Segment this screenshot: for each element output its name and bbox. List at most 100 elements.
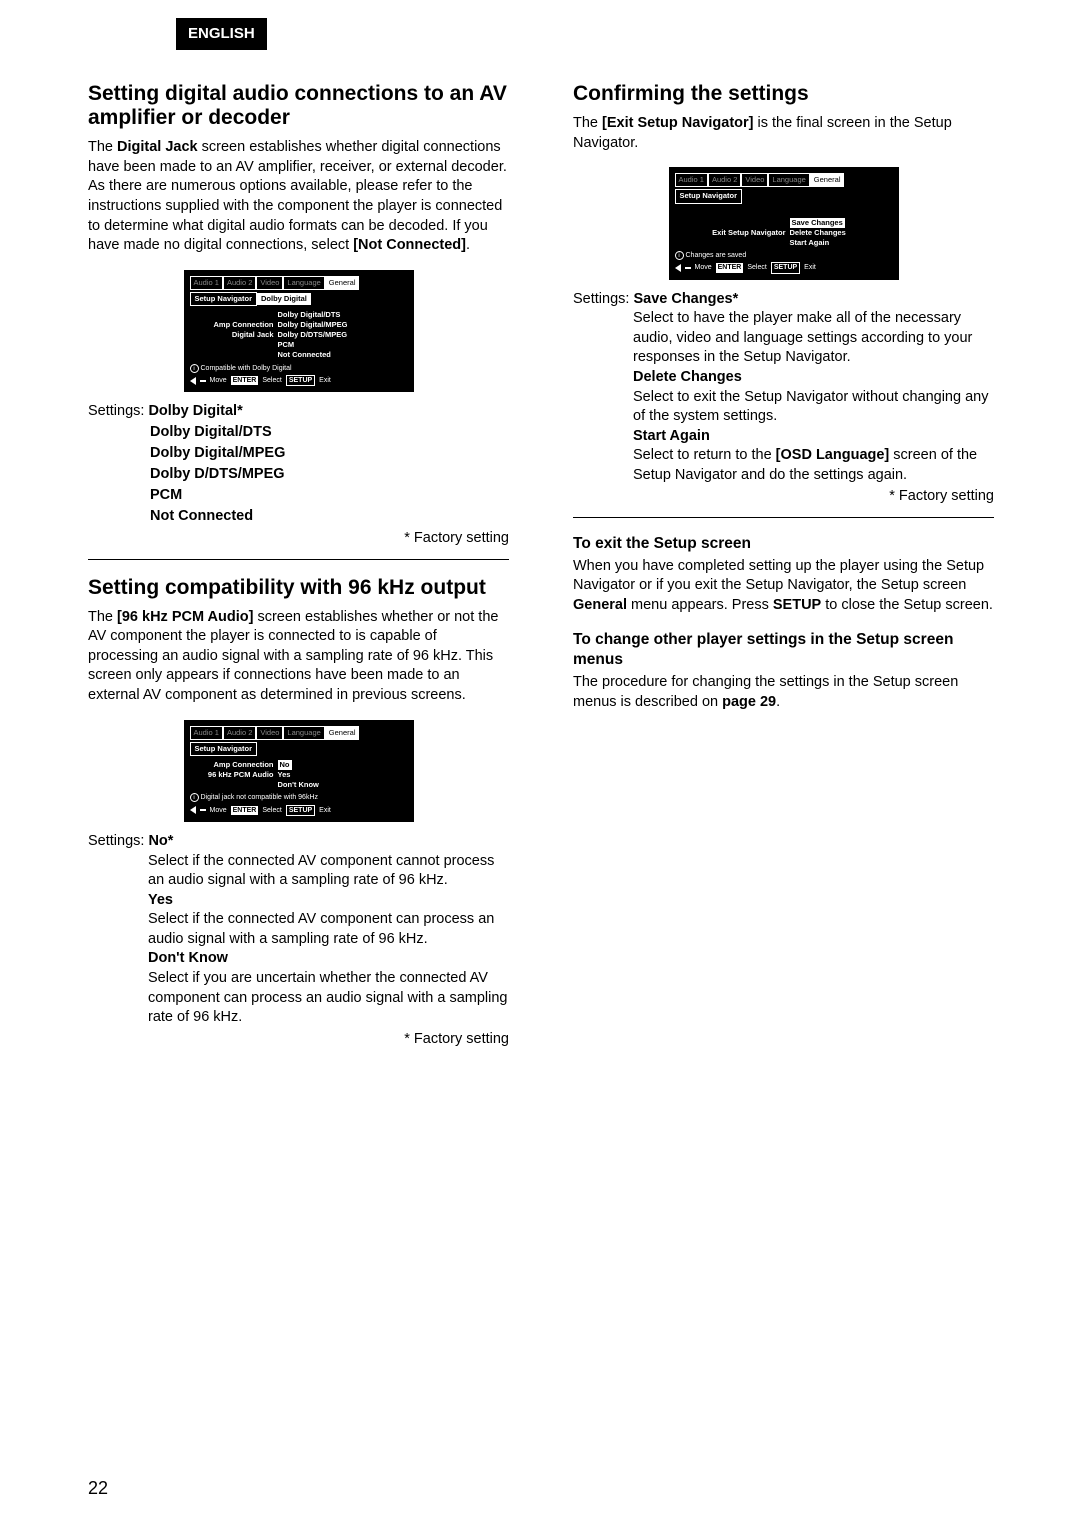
osd-label: [190, 310, 278, 320]
page-number: 22: [88, 1476, 108, 1500]
text: Move: [210, 806, 227, 815]
text: Move: [695, 263, 712, 272]
info-icon: i: [190, 793, 199, 802]
setting-option: Dolby Digital*: [148, 403, 242, 419]
bold-text: [OSD Language]: [776, 447, 890, 463]
enter-badge: ENTER: [231, 806, 259, 815]
osd-tab: Audio 1: [190, 276, 223, 290]
left-arrow-icon: [190, 377, 196, 385]
osd-selected: No: [278, 760, 292, 770]
osd-tabs: Audio 1 Audio 2 Video Language General: [190, 276, 408, 290]
section-title: Confirming the settings: [573, 82, 994, 106]
enter-badge: ENTER: [231, 376, 259, 385]
text: The: [573, 115, 602, 131]
text: .: [776, 694, 780, 710]
osd-tab: Video: [256, 276, 283, 290]
info-icon: i: [675, 251, 684, 260]
settings-label: Settings:: [88, 402, 144, 422]
osd-option: Save Changes: [790, 218, 893, 228]
osd-option: Delete Changes: [790, 228, 893, 238]
definition-term: Don't Know: [148, 949, 509, 969]
osd-selected: Save Changes: [790, 218, 845, 228]
osd-label: Amp Connection: [190, 320, 278, 330]
osd-tab: Language: [283, 276, 324, 290]
osd-tab: Audio 2: [223, 276, 256, 290]
right-column: Confirming the settings The [Exit Setup …: [573, 82, 994, 1049]
osd-label: Amp Connection: [190, 760, 278, 770]
settings-label: Settings:: [573, 290, 629, 310]
osd-option: Dolby Digital/DTS: [278, 310, 408, 320]
osd-option: No: [278, 760, 408, 770]
osd-label: [190, 780, 278, 790]
setting-option: Dolby Digital/MPEG: [150, 443, 509, 464]
left-arrow-icon: [190, 806, 196, 814]
down-arrow-icon: [200, 380, 206, 382]
osd-label: [190, 350, 278, 360]
left-column: Setting digital audio connections to an …: [88, 82, 509, 1049]
osd-tab: General: [325, 276, 360, 290]
text: The: [88, 609, 117, 625]
osd-tab: Video: [256, 726, 283, 740]
text: Digital jack not compatible with 96kHz: [201, 794, 319, 801]
definition-text: Select to have the player make all of th…: [633, 309, 994, 368]
factory-note: * Factory setting: [573, 487, 994, 507]
setting-option: Save Changes*: [633, 291, 738, 307]
osd-option: Dolby Digital/MPEG: [278, 320, 408, 330]
setting-option: No*: [148, 833, 173, 849]
definition-term: Delete Changes: [633, 368, 994, 388]
factory-note: * Factory setting: [88, 529, 509, 549]
osd-tab: General: [810, 173, 845, 187]
osd-option: Yes: [278, 770, 408, 780]
settings-label: Settings:: [88, 832, 144, 852]
factory-note: * Factory setting: [88, 1030, 509, 1050]
section-divider: [573, 517, 994, 518]
osd-panel: Audio 1 Audio 2 Video Language General S…: [184, 270, 414, 393]
osd-hint: iCompatible with Dolby Digital: [190, 363, 408, 374]
osd-footer: Move ENTERSelect SETUPExit: [190, 375, 408, 386]
body-text: When you have completed setting up the p…: [573, 557, 994, 616]
bold-text: Digital Jack: [117, 139, 198, 155]
osd-title: Setup Navigator: [190, 292, 258, 306]
setup-badge: SETUP: [286, 805, 315, 816]
body-text: The procedure for changing the settings …: [573, 673, 994, 712]
osd-value: Dolby Digital: [257, 293, 311, 305]
bold-text: [Not Connected]: [353, 237, 466, 253]
body-text: The [Exit Setup Navigator] is the final …: [573, 114, 994, 153]
text: Compatible with Dolby Digital: [201, 365, 292, 372]
page-content: Setting digital audio connections to an …: [88, 82, 994, 1049]
definition-list: Select to have the player make all of th…: [633, 309, 994, 485]
down-arrow-icon: [200, 809, 206, 811]
osd-title: Setup Navigator: [675, 189, 743, 203]
down-arrow-icon: [685, 267, 691, 269]
info-icon: i: [190, 364, 199, 373]
bold-text: [96 kHz PCM Audio]: [117, 609, 253, 625]
osd-panel: Audio 1 Audio 2 Video Language General S…: [184, 720, 414, 823]
sub-heading: To exit the Setup screen: [573, 534, 994, 555]
definition-text: Select to return to the [OSD Language] s…: [633, 446, 994, 485]
text: Select: [262, 376, 281, 385]
osd-hint: iChanges are saved: [675, 250, 893, 261]
osd-option: Dolby D/DTS/MPEG: [278, 330, 408, 340]
definition-text: Select to exit the Setup Navigator witho…: [633, 388, 994, 427]
osd-label: [675, 218, 790, 228]
language-tab: ENGLISH: [176, 18, 267, 50]
definition-term: Start Again: [633, 427, 994, 447]
osd-tab: Audio 1: [190, 726, 223, 740]
text: to close the Setup screen.: [821, 597, 993, 613]
definition-list: Select if the connected AV component can…: [148, 852, 509, 1028]
text: Select to return to the: [633, 447, 776, 463]
osd-menu: Dolby Digital/DTS Amp ConnectionDolby Di…: [190, 310, 408, 361]
body-text: The [96 kHz PCM Audio] screen establishe…: [88, 608, 509, 706]
osd-tab: Audio 1: [675, 173, 708, 187]
setup-badge: SETUP: [286, 375, 315, 386]
text: Move: [210, 376, 227, 385]
bold-text: page 29: [722, 694, 776, 710]
osd-tabs: Audio 1 Audio 2 Video Language General: [675, 173, 893, 187]
setting-option: PCM: [150, 485, 509, 506]
osd-option: Start Again: [790, 238, 893, 248]
text: Select: [262, 806, 281, 815]
setting-option: Dolby Digital/DTS: [150, 422, 509, 443]
osd-label: 96 kHz PCM Audio: [190, 770, 278, 780]
definition-term: Yes: [148, 891, 509, 911]
left-arrow-icon: [675, 264, 681, 272]
